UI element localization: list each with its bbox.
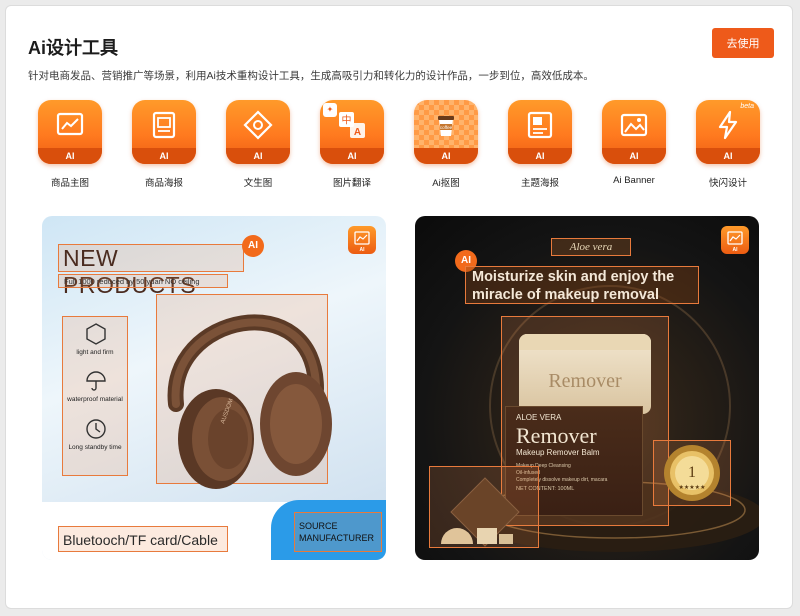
tool-label: 主题海报 — [520, 178, 559, 189]
bottom-text-box: Bluetooch/TF card/Cable — [58, 526, 228, 552]
go-use-button[interactable]: 去使用 — [712, 28, 774, 58]
tool-label: 商品海报 — [144, 178, 183, 189]
feature-label: light and firm — [76, 349, 114, 356]
text-to-image-icon: AI — [226, 100, 290, 164]
lightning-icon: beta AI — [696, 100, 760, 164]
image-chart-icon — [354, 231, 370, 245]
tag-text: Aloe vera — [569, 241, 613, 253]
props-image — [441, 477, 520, 547]
headline-box: Moisturize skin and enjoy the miracle of… — [465, 266, 699, 304]
cutout-icon: coffee AI — [414, 100, 478, 164]
tool-label: 快闪设计 — [708, 178, 747, 189]
tool-badge: AI — [414, 148, 478, 164]
headphones-image: AUSDOM — [167, 314, 332, 489]
tool-badge: AI — [508, 148, 572, 164]
tool-badge: AI — [38, 148, 102, 164]
bottom-text: Bluetooch/TF card/Cable — [63, 532, 218, 548]
page-description: 针对电商发品、营销推广等场景，利用Ai技术重构设计工具，生成高吸引力和转化力的设… — [28, 70, 594, 82]
translate-icon: ✦ 中A AI — [320, 100, 384, 164]
tool-badge: AI — [696, 148, 760, 164]
clock-icon — [86, 419, 106, 439]
tool-ai-banner[interactable]: AI Ai Banner — [592, 100, 676, 186]
tool-flash-design[interactable]: beta AI 快闪设计 — [686, 100, 770, 189]
tool-theme-poster[interactable]: AI 主题海报 — [498, 100, 582, 189]
image-chart-icon: AI — [38, 100, 102, 164]
box-brand: ALOE VERA — [516, 413, 562, 422]
tool-product-poster[interactable]: AI 商品海报 — [122, 100, 206, 189]
box-title: Remover — [516, 423, 597, 448]
tool-badge: AI — [602, 148, 666, 164]
source-text: SOURCE MANUFACTURER — [299, 521, 375, 543]
tool-label: 文生图 — [243, 178, 273, 189]
jar-label: Remover — [548, 370, 622, 392]
page-title: Ai设计工具 — [28, 38, 118, 58]
medal-number: 1 — [688, 464, 696, 481]
headline-line-2: miracle of makeup removal — [472, 287, 659, 303]
example-remover-poster[interactable]: Aloe vera AI Moisturize skin and enjoy t… — [415, 216, 759, 560]
coffee-label: coffee — [440, 125, 453, 130]
ai-design-tools-card: Ai设计工具 去使用 针对电商发品、营销推广等场景，利用Ai技术重构设计工具，生… — [5, 5, 793, 609]
image-chart-icon — [727, 231, 743, 245]
medal-stars: ★★★★★ — [679, 484, 706, 491]
tool-label: 商品主图 — [50, 178, 89, 189]
features-box: light and firm waterproof material Long … — [62, 316, 128, 476]
mini-ai-label: AI — [359, 247, 365, 253]
tag-box: Aloe vera — [551, 238, 631, 256]
tool-list: AI 商品主图 AI 商品海报 AI 文生图 ✦ 中A AI 图片翻译 coff… — [6, 100, 794, 196]
jar: Remover — [519, 334, 651, 414]
translate-char-zh: 中 — [342, 114, 352, 127]
banner-icon: AI — [602, 100, 666, 164]
source-box: SOURCE MANUFACTURER — [294, 512, 382, 552]
mini-ai-label: AI — [732, 247, 738, 253]
mini-ai-button[interactable]: AI — [721, 226, 749, 254]
tool-badge: AI — [132, 148, 196, 164]
tool-badge: AI — [226, 148, 290, 164]
hot-tag-icon: ✦ — [323, 103, 337, 117]
tool-text-to-image[interactable]: AI 文生图 — [216, 100, 300, 189]
feature-label: waterproof material — [67, 396, 123, 403]
translate-char-a: A — [354, 127, 361, 138]
headline-box: NEW PRODUCTS — [58, 244, 244, 298]
tool-product-main-image[interactable]: AI 商品主图 — [28, 100, 112, 189]
umbrella-icon — [86, 371, 106, 391]
theme-poster-icon: AI — [508, 100, 572, 164]
tool-label: Ai Banner — [613, 175, 655, 186]
medal-icon: 1 ★★★★★ — [664, 445, 720, 501]
mini-ai-button[interactable]: AI — [348, 226, 376, 254]
example-headphones-poster[interactable]: NEW PRODUCTS AI Full 1000 reduced by 50 … — [42, 216, 386, 560]
headline-line-1: Moisturize skin and enjoy the — [472, 269, 675, 285]
tool-image-translate[interactable]: ✦ 中A AI 图片翻译 — [310, 100, 394, 189]
beta-tag: beta — [740, 103, 754, 110]
poster-icon: AI — [132, 100, 196, 164]
box-subtitle: Makeup Remover Balm — [516, 448, 600, 457]
tool-label: 图片翻译 — [332, 178, 371, 189]
tool-ai-cutout[interactable]: coffee AI Ai抠图 — [404, 100, 488, 189]
tool-label: Ai抠图 — [432, 178, 460, 189]
ai-badge: AI — [242, 235, 264, 257]
feature-label: Long standby time — [68, 444, 122, 451]
tool-badge: AI — [320, 148, 384, 164]
hexagon-icon — [86, 323, 106, 345]
